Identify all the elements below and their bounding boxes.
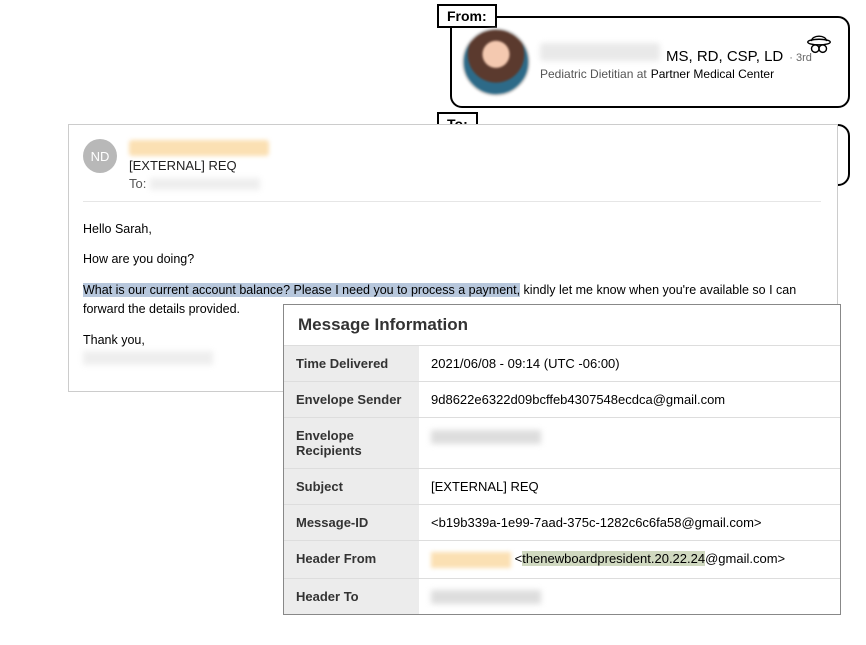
hdrfrom-post: @gmail.com> (705, 551, 785, 566)
cell-label: Message-ID (284, 505, 419, 541)
message-info-title: Message Information (284, 305, 840, 345)
sender-name-redacted (540, 43, 660, 61)
job-prefix: Pediatric Dietitian at (540, 67, 647, 81)
cell-value: 2021/06/08 - 09:14 (UTC -06:00) (419, 346, 840, 382)
hdrfrom-pre: < (511, 551, 522, 566)
from-text-block: MS, RD, CSP, LD · 3rd Pediatric Dietitia… (540, 43, 834, 81)
cell-value: 9d8622e6322d09bcffeb4307548ecdca@gmail.c… (419, 382, 840, 418)
from-card: From: MS, RD, CSP, LD · 3rd Pediatric Di… (450, 16, 850, 108)
spy-icon (804, 28, 834, 58)
recipient-redacted (431, 430, 541, 444)
cell-value: <thenewboardpresident.20.22.24@gmail.com… (419, 541, 840, 579)
cell-label: Subject (284, 469, 419, 505)
email-highlighted: What is our current account balance? Ple… (83, 283, 520, 297)
cell-value (419, 418, 840, 469)
cell-value: [EXTERNAL] REQ (419, 469, 840, 505)
cell-label: Header From (284, 541, 419, 579)
email-to-redacted (150, 178, 260, 190)
signature-redacted (83, 351, 213, 365)
header-to-redacted (431, 590, 541, 604)
sender-name-redacted-2 (129, 140, 269, 156)
email-to-prefix: To: (129, 176, 146, 191)
divider (83, 201, 821, 202)
cell-value (419, 578, 840, 614)
cell-label: Envelope Recipients (284, 418, 419, 469)
table-row: Subject [EXTERNAL] REQ (284, 469, 840, 505)
email-greeting: Hello Sarah, (83, 220, 821, 239)
org-name: Partner Medical Center (651, 67, 774, 81)
email-header: ND [EXTERNAL] REQ To: (83, 139, 821, 191)
table-row: Header From <thenewboardpresident.20.22.… (284, 541, 840, 579)
cell-label: Header To (284, 578, 419, 614)
cell-value: <b19b339a-1e99-7aad-375c-1282c6c6fa58@gm… (419, 505, 840, 541)
table-row: Header To (284, 578, 840, 614)
sender-initials-avatar: ND (83, 139, 117, 173)
email-subject: [EXTERNAL] REQ (129, 158, 269, 173)
hdrfrom-highlight: thenewboardpresident.20.22.24 (522, 551, 705, 566)
header-from-name-redacted (431, 552, 511, 568)
email-line2: How are you doing? (83, 250, 821, 269)
message-info-table: Time Delivered 2021/06/08 - 09:14 (UTC -… (284, 345, 840, 614)
table-row: Time Delivered 2021/06/08 - 09:14 (UTC -… (284, 346, 840, 382)
from-label: From: (437, 4, 497, 28)
message-info-panel: Message Information Time Delivered 2021/… (283, 304, 841, 615)
sender-avatar (462, 28, 530, 96)
cell-label: Envelope Sender (284, 382, 419, 418)
table-row: Envelope Sender 9d8622e6322d09bcffeb4307… (284, 382, 840, 418)
table-row: Message-ID <b19b339a-1e99-7aad-375c-1282… (284, 505, 840, 541)
sender-credentials: MS, RD, CSP, LD (666, 48, 783, 65)
cell-label: Time Delivered (284, 346, 419, 382)
table-row: Envelope Recipients (284, 418, 840, 469)
